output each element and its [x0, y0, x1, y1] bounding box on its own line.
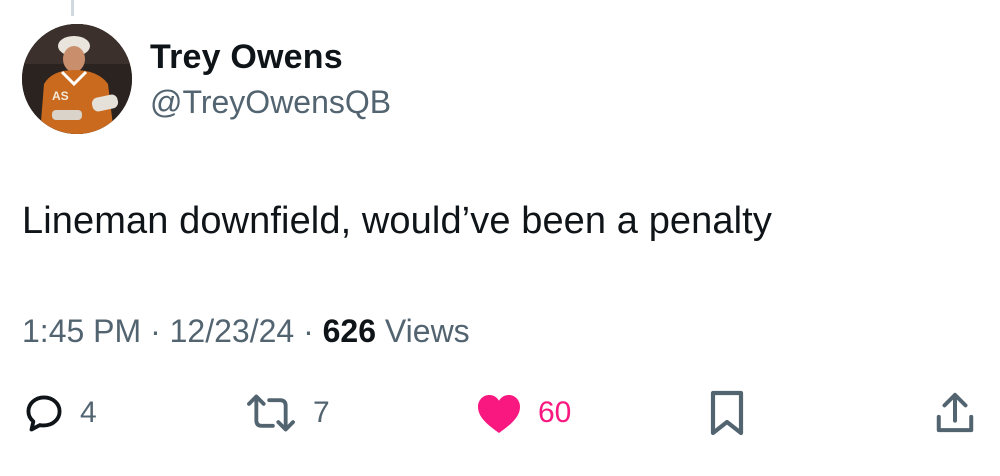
views-count[interactable]: 626 — [323, 313, 376, 349]
share-button[interactable] — [934, 389, 976, 437]
tweet-time[interactable]: 1:45 PM — [22, 313, 141, 349]
like-button[interactable]: 60 — [474, 391, 571, 435]
separator-dot: · — [150, 313, 161, 349]
bookmark-icon — [710, 390, 744, 436]
bookmark-button[interactable] — [707, 389, 747, 437]
like-count: 60 — [538, 396, 572, 429]
reply-count: 4 — [80, 396, 97, 429]
reply-button[interactable]: 4 — [22, 391, 97, 435]
separator-dot: · — [303, 313, 314, 349]
retweet-button[interactable]: 7 — [243, 391, 330, 435]
jersey-lettering: AS — [52, 89, 69, 103]
author-handle[interactable]: @TreyOwensQB — [150, 84, 391, 121]
retweet-count: 7 — [313, 396, 330, 429]
reply-icon — [26, 395, 62, 432]
tweet-date[interactable]: 12/23/24 — [170, 313, 295, 349]
tweet-metadata: 1:45 PM · 12/23/24 · 626 Views — [22, 313, 470, 350]
avatar-photo: AS — [22, 24, 132, 134]
thread-connector-line — [71, 0, 74, 16]
avatar[interactable]: AS — [22, 24, 132, 134]
tweet-actions-bar: 4 7 60 — [0, 385, 1000, 445]
heart-icon — [478, 395, 520, 433]
tweet-text: Lineman downfield, would’ve been a penal… — [22, 200, 772, 242]
views-label[interactable]: Views — [385, 313, 470, 349]
author-name[interactable]: Trey Owens — [150, 38, 343, 77]
share-icon — [936, 392, 974, 433]
retweet-icon — [247, 394, 295, 432]
